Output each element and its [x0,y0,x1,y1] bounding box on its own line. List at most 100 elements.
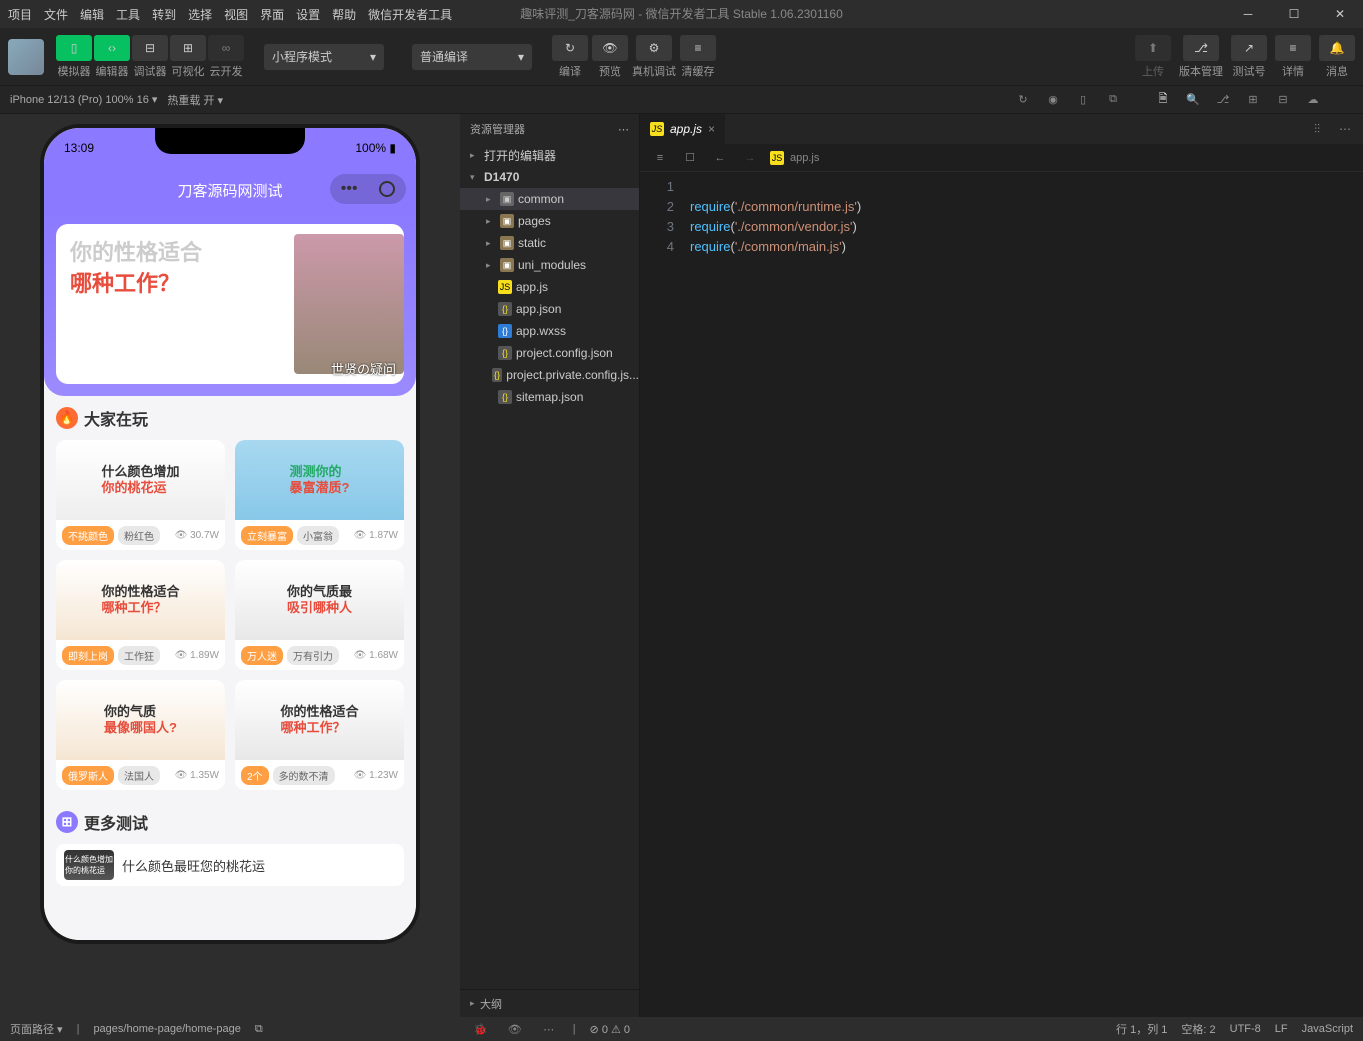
more-icon[interactable]: ⋯ [539,1019,559,1039]
minimize-button[interactable]: ─ [1225,0,1271,28]
file-item[interactable]: {}sitemap.json [460,386,639,408]
message-button[interactable]: 🔔 [1319,35,1355,61]
editor-more-icon[interactable]: ⋯ [1335,119,1355,139]
eol[interactable]: LF [1275,1023,1288,1035]
capsule-menu-icon[interactable]: ••• [341,180,358,198]
code-editor[interactable]: 12require('./common/runtime.js')3require… [640,172,1363,1017]
folder-item[interactable]: ▸▣static [460,232,639,254]
menu-edit[interactable]: 编辑 [80,6,104,23]
editor-button[interactable]: ‹› [94,35,130,61]
upload-button[interactable]: ⬆ [1135,35,1171,61]
card-image: 你的性格适合哪种工作？ [56,560,225,640]
simulator-button[interactable]: ▯ [56,35,92,61]
folder-item[interactable]: ▸▣uni_modules [460,254,639,276]
forward-icon[interactable]: → [740,148,760,168]
compile-dropdown[interactable]: 普通编译▾ [412,44,532,70]
phone-battery: 100% [355,141,386,155]
hot-reload-toggle[interactable]: 热重载 开 ▾ [167,92,223,108]
quiz-card[interactable]: 你的气质最吸引哪种人 万人迷万有引力👁 1.68W [235,560,404,670]
debugger-button[interactable]: ⊟ [132,35,168,61]
indent-setting[interactable]: 空格: 2 [1181,1021,1215,1037]
more-list-item[interactable]: 什么颜色增加你的桃花运 什么颜色最旺您的桃花运 [56,844,404,886]
menu-tool[interactable]: 工具 [116,6,140,23]
menu-settings[interactable]: 设置 [296,6,320,23]
quiz-card[interactable]: 你的性格适合哪种工作？ 即刻上岗工作狂👁 1.89W [56,560,225,670]
phone-content[interactable]: 你的性格适合 哪种工作？ 世贤の疑问 🔥大家在玩 什么颜色增加你的桃花运 不挑颜… [44,212,416,940]
search-icon[interactable]: 🔍 [1183,90,1203,110]
record-icon[interactable]: ◉ [1043,90,1063,110]
editor-tab[interactable]: JS app.js × [640,114,725,144]
quiz-card[interactable]: 你的性格适合哪种工作？ 2个多的数不清👁 1.23W [235,680,404,790]
real-debug-button[interactable]: ⚙ [636,35,672,61]
panel-icon[interactable]: ⊟ [1273,90,1293,110]
breadcrumb[interactable]: JS app.js [770,151,819,165]
hero-card[interactable]: 你的性格适合 哪种工作？ 世贤の疑问 [56,224,404,384]
cloud-icon[interactable]: ☁ [1303,90,1323,110]
cloud-button[interactable]: ∞ [208,35,244,61]
device-select[interactable]: iPhone 12/13 (Pro) 100% 16 ▾ [10,93,157,106]
list-icon[interactable]: ≡ [650,148,670,168]
mode-dropdown[interactable]: 小程序模式▾ [264,44,384,70]
compile-button[interactable]: ↻ [552,35,588,61]
capsule-button[interactable]: ••• [330,174,406,204]
preview-button[interactable]: 👁 [592,35,628,61]
mobile-icon[interactable]: ▯ [1073,90,1093,110]
bookmark-icon[interactable]: ☐ [680,148,700,168]
folder-item[interactable]: ▸▣common [460,188,639,210]
explorer-icon[interactable]: 🗎 [1153,90,1173,110]
menu-project[interactable]: 项目 [8,6,32,23]
status-bar: 页面路径 ▾ | pages/home-page/home-page ⧉ 🐞 👁… [0,1017,1363,1041]
menu-help[interactable]: 帮助 [332,6,356,23]
folder-item[interactable]: ▸▣pages [460,210,639,232]
outline-section[interactable]: ▸大纲 [460,989,639,1017]
refresh-icon[interactable]: ↻ [1013,90,1033,110]
copy-icon[interactable]: ⧉ [1103,90,1123,110]
more-item-title: 什么颜色最旺您的桃花运 [122,856,265,875]
quiz-card[interactable]: 什么颜色增加你的桃花运 不挑颜色粉红色👁 30.7W [56,440,225,550]
bug-icon[interactable]: 🐞 [471,1019,491,1039]
open-editors-section[interactable]: ▸打开的编辑器 [460,144,639,166]
file-item[interactable]: {}app.json [460,298,639,320]
file-item[interactable]: JSapp.js [460,276,639,298]
eye-icon[interactable]: 👁 [505,1019,525,1039]
menu-file[interactable]: 文件 [44,6,68,23]
card-image: 什么颜色增加你的桃花运 [56,440,225,520]
tab-close-icon[interactable]: × [708,122,715,136]
copy-path-icon[interactable]: ⧉ [255,1023,263,1036]
details-button[interactable]: ≡ [1275,35,1311,61]
menu-goto[interactable]: 转到 [152,6,176,23]
explorer-more-icon[interactable]: ⋯ [618,123,629,136]
split-editor-icon[interactable]: ⫶⫶ [1307,119,1327,139]
maximize-button[interactable]: ☐ [1271,0,1317,28]
close-button[interactable]: ✕ [1317,0,1363,28]
menu-wxdevtools[interactable]: 微信开发者工具 [368,6,452,23]
back-icon[interactable]: ← [710,148,730,168]
problems-count[interactable]: ⊘ 0 ⚠ 0 [590,1023,630,1036]
quiz-card[interactable]: 测测你的暴富潜质? 立刻暴富小富翁👁 1.87W [235,440,404,550]
root-folder[interactable]: ▾D1470 [460,166,639,188]
file-item[interactable]: {}project.private.config.js... [460,364,639,386]
page-path[interactable]: pages/home-page/home-page [93,1023,240,1035]
language-mode[interactable]: JavaScript [1302,1023,1353,1035]
project-avatar[interactable] [8,39,44,75]
encoding[interactable]: UTF-8 [1230,1023,1261,1035]
card-tag: 小富翁 [297,526,339,545]
test-button[interactable]: ↗ [1231,35,1267,61]
grid-icon[interactable]: ⊞ [1243,90,1263,110]
file-item[interactable]: {}app.wxss [460,320,639,342]
capsule-close-icon[interactable] [379,181,395,197]
card-tag: 俄罗斯人 [62,766,114,785]
cursor-position[interactable]: 行 1，列 1 [1116,1021,1167,1037]
menu-interface[interactable]: 界面 [260,6,284,23]
clear-cache-button[interactable]: ≡ [680,35,716,61]
explorer-title: 资源管理器 [470,121,525,137]
git-icon[interactable]: ⎇ [1213,90,1233,110]
page-path-label: 页面路径 ▾ [10,1021,63,1037]
menu-select[interactable]: 选择 [188,6,212,23]
menu-view[interactable]: 视图 [224,6,248,23]
version-button[interactable]: ⎇ [1183,35,1219,61]
visual-button[interactable]: ⊞ [170,35,206,61]
file-item[interactable]: {}project.config.json [460,342,639,364]
quiz-card[interactable]: 你的气质最像哪国人? 俄罗斯人法国人👁 1.35W [56,680,225,790]
card-image: 你的性格适合哪种工作？ [235,680,404,760]
